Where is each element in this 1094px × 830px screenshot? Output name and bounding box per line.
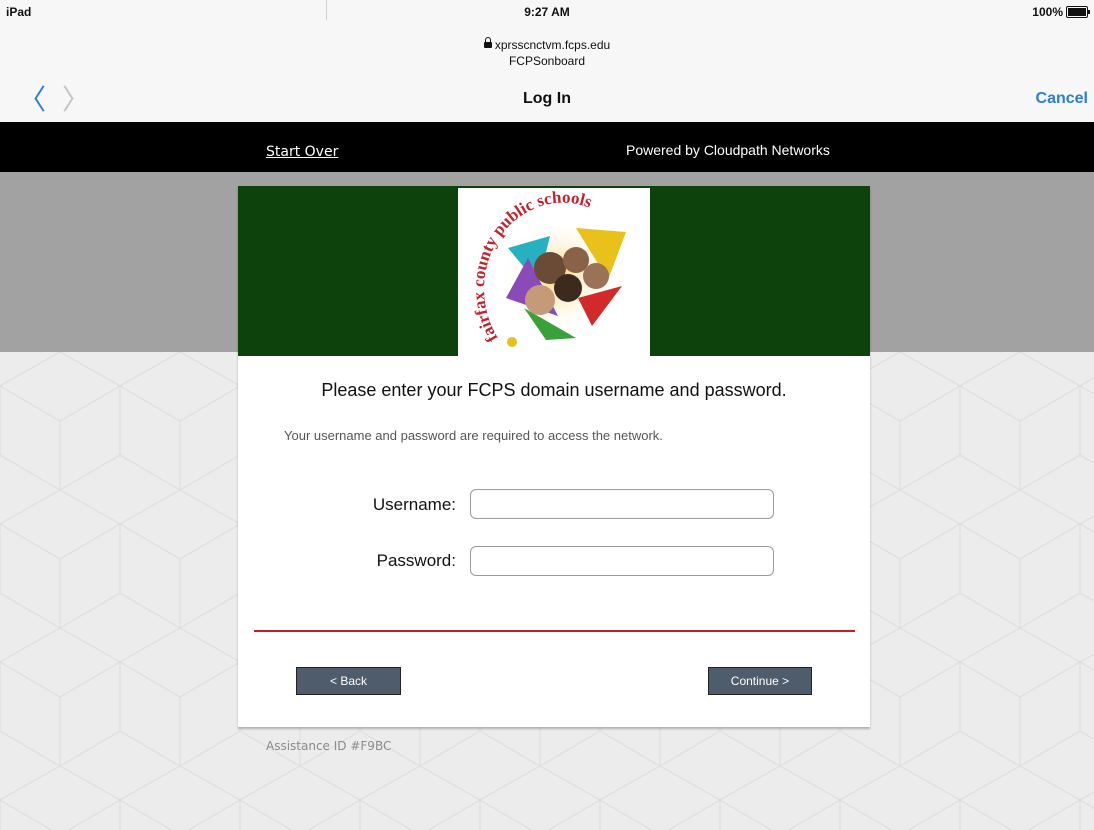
battery-icon bbox=[1066, 6, 1090, 18]
form-heading: Please enter your FCPS domain username a… bbox=[321, 380, 787, 400]
fcps-logo: fairfax county public schools bbox=[458, 188, 650, 356]
password-label: Password: bbox=[376, 551, 456, 570]
url-host: xprsscnctvm.fcps.edu bbox=[494, 38, 611, 52]
status-time: 9:27 AM bbox=[524, 5, 570, 19]
form-instructions: Your username and password are required … bbox=[284, 428, 663, 443]
password-input[interactable] bbox=[470, 546, 774, 576]
nav-bar: 〈 〉 Log In Cancel bbox=[0, 78, 1094, 122]
battery-percent: 100% bbox=[1032, 5, 1063, 19]
url-bar: xprsscnctvm.fcps.edu FCPSonboard bbox=[0, 28, 1094, 78]
battery-indicator: 100% bbox=[1032, 5, 1090, 19]
url-host-line: xprsscnctvm.fcps.edu bbox=[0, 36, 1094, 52]
back-button[interactable]: < Back bbox=[296, 667, 401, 695]
login-card: fairfax county public schools Please ent… bbox=[238, 186, 870, 727]
cancel-button[interactable]: Cancel bbox=[1036, 90, 1088, 108]
fcps-logo-graphic: fairfax county public schools bbox=[469, 188, 626, 347]
lock-icon bbox=[483, 36, 492, 48]
username-input[interactable] bbox=[470, 489, 774, 519]
status-bar: iPad 9:27 AM 100% bbox=[0, 0, 1094, 28]
page-title: Log In bbox=[523, 90, 571, 107]
username-label: Username: bbox=[372, 495, 456, 514]
powered-by-text: Powered by Cloudpath Networks bbox=[626, 142, 830, 158]
school-banner: fairfax county public schools bbox=[238, 186, 870, 356]
start-over-link[interactable]: Start Over bbox=[266, 144, 338, 160]
continue-button[interactable]: Continue > bbox=[708, 667, 812, 695]
url-subtitle: FCPSonboard bbox=[508, 54, 586, 68]
assistance-id: Assistance ID #F9BC bbox=[266, 739, 392, 753]
form-divider bbox=[254, 630, 855, 632]
portal-header: Start Over Powered by Cloudpath Networks bbox=[0, 122, 1094, 172]
